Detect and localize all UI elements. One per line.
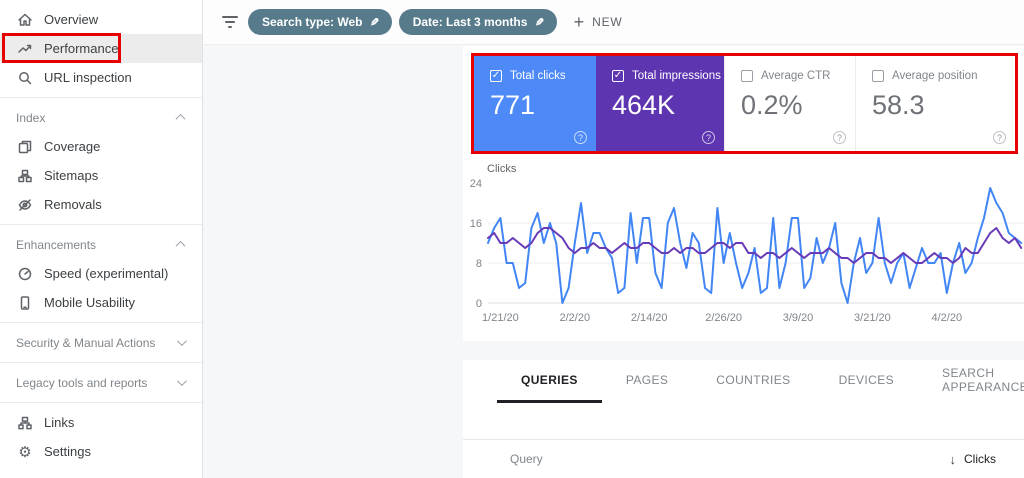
performance-icon — [16, 40, 34, 58]
sidebar-item-label: Removals — [44, 197, 102, 212]
svg-text:3/21/20: 3/21/20 — [854, 312, 891, 324]
coverage-icon — [16, 138, 34, 156]
filter-icon[interactable] — [222, 16, 238, 28]
svg-text:2/26/20: 2/26/20 — [705, 312, 742, 324]
help-icon[interactable]: ? — [833, 131, 846, 144]
chevron-down-icon — [177, 336, 187, 346]
annotation-box-metrics: ✓ Total clicks 771 ? ✓ Total impressions… — [471, 53, 1018, 154]
sidebar-item-label: Speed (experimental) — [44, 266, 168, 281]
help-icon[interactable]: ? — [574, 131, 587, 144]
sidebar-divider — [0, 362, 202, 363]
sidebar-item-speed[interactable]: Speed (experimental) — [0, 259, 202, 288]
sidebar-item-label: URL inspection — [44, 70, 132, 85]
svg-text:1/21/20: 1/21/20 — [482, 312, 519, 324]
sidebar-item-url-inspection[interactable]: URL inspection — [0, 63, 202, 92]
svg-text:0: 0 — [476, 298, 482, 310]
sidebar-divider — [0, 224, 202, 225]
total-clicks-card[interactable]: ✓ Total clicks 771 ? — [474, 56, 596, 151]
sitemaps-icon — [16, 167, 34, 185]
sidebar-item-label: Settings — [44, 444, 91, 459]
checked-checkbox-icon[interactable]: ✓ — [490, 70, 502, 82]
svg-text:4/2/20: 4/2/20 — [932, 312, 963, 324]
date-range-chip[interactable]: Date: Last 3 months ✎ — [399, 9, 557, 35]
sidebar-item-overview[interactable]: Overview — [0, 5, 202, 34]
total-impressions-card[interactable]: ✓ Total impressions 464K ? — [596, 56, 724, 151]
removals-icon — [16, 196, 34, 214]
sidebar-divider — [0, 322, 202, 323]
svg-text:2/14/20: 2/14/20 — [631, 312, 668, 324]
table-header-row: Query ↓ Clicks — [463, 440, 1024, 478]
sidebar-item-coverage[interactable]: Coverage — [0, 132, 202, 161]
clicks-sort-header[interactable]: ↓ Clicks — [950, 452, 997, 467]
links-icon — [16, 414, 34, 432]
svg-text:2/2/20: 2/2/20 — [560, 312, 591, 324]
home-icon — [16, 11, 34, 29]
search-icon — [16, 69, 34, 87]
svg-text:16: 16 — [470, 218, 482, 230]
clicks-chart: Clicks 0816241/21/202/2/202/14/202/26/20… — [463, 163, 1024, 329]
metric-value: 0.2% — [741, 90, 855, 121]
new-filter-button[interactable]: + NEW — [574, 12, 623, 33]
checked-checkbox-icon[interactable]: ✓ — [612, 70, 624, 82]
sidebar-section-enhancements[interactable]: Enhancements — [0, 230, 202, 259]
performance-panel: ✓ Total clicks 771 ? ✓ Total impressions… — [463, 46, 1024, 341]
settings-icon: ⚙ — [16, 443, 34, 461]
sidebar-item-label: Sitemaps — [44, 168, 98, 183]
clicks-chart-svg: 0 8 16 24 1/21/20 2/2/20 2/14/20 2/26/20 3/9/20 3… — [463, 173, 1024, 329]
dimensions-panel: QUERIES PAGES COUNTRIES DEVICES SEARCH A… — [463, 360, 1024, 478]
sidebar-section-security[interactable]: Security & Manual Actions — [0, 328, 202, 357]
sidebar-item-label: Performance — [44, 41, 118, 56]
sidebar: Overview Performance URL inspection Inde… — [0, 0, 203, 478]
search-type-chip[interactable]: Search type: Web ✎ — [248, 9, 392, 35]
sidebar-item-performance[interactable]: Performance — [0, 34, 202, 63]
sidebar-section-legacy[interactable]: Legacy tools and reports — [0, 368, 202, 397]
toolbar: Search type: Web ✎ Date: Last 3 months ✎… — [203, 0, 1024, 45]
sidebar-item-settings[interactable]: ⚙ Settings — [0, 437, 202, 466]
search-console-app: Overview Performance URL inspection Inde… — [0, 0, 1024, 478]
sidebar-item-sitemaps[interactable]: Sitemaps — [0, 161, 202, 190]
help-icon[interactable]: ? — [702, 131, 715, 144]
chevron-up-icon — [176, 114, 186, 124]
sidebar-section-index[interactable]: Index — [0, 103, 202, 132]
sidebar-item-label: Mobile Usability — [44, 295, 135, 310]
metric-cards-row: ✓ Total clicks 771 ? ✓ Total impressions… — [474, 56, 1015, 151]
arrow-down-icon: ↓ — [950, 452, 957, 467]
unchecked-checkbox-icon[interactable] — [741, 70, 753, 82]
chevron-up-icon — [176, 241, 186, 251]
dimension-tabs: QUERIES PAGES COUNTRIES DEVICES SEARCH A… — [463, 360, 1024, 403]
tab-pages[interactable]: PAGES — [602, 360, 692, 403]
svg-text:3/9/20: 3/9/20 — [783, 312, 814, 324]
average-ctr-card[interactable]: Average CTR 0.2% ? — [724, 56, 855, 151]
sidebar-item-label: Links — [44, 415, 74, 430]
chevron-down-icon — [177, 376, 187, 386]
tab-devices[interactable]: DEVICES — [815, 360, 918, 403]
sidebar-item-links[interactable]: Links — [0, 408, 202, 437]
metric-value: 58.3 — [872, 90, 1015, 121]
mobile-icon — [16, 294, 34, 312]
speed-icon — [16, 265, 34, 283]
query-column-header: Query — [510, 452, 543, 466]
sidebar-item-label: Overview — [44, 12, 98, 27]
svg-text:24: 24 — [470, 178, 482, 190]
sidebar-divider — [0, 97, 202, 98]
unchecked-checkbox-icon[interactable] — [872, 70, 884, 82]
pencil-icon: ✎ — [535, 16, 544, 29]
help-icon[interactable]: ? — [993, 131, 1006, 144]
tab-search-appearance[interactable]: SEARCH APPEARANCE — [918, 360, 1024, 403]
sidebar-item-mobile-usability[interactable]: Mobile Usability — [0, 288, 202, 317]
plus-icon: + — [574, 12, 585, 33]
average-position-card[interactable]: Average position 58.3 ? — [855, 56, 1015, 151]
metric-value: 771 — [490, 90, 596, 121]
tab-queries[interactable]: QUERIES — [497, 360, 602, 403]
tab-countries[interactable]: COUNTRIES — [692, 360, 814, 403]
svg-text:8: 8 — [476, 258, 482, 270]
metric-value: 464K — [612, 90, 724, 121]
sidebar-divider — [0, 402, 202, 403]
sidebar-item-label: Coverage — [44, 139, 100, 154]
pencil-icon: ✎ — [370, 16, 379, 29]
sidebar-item-removals[interactable]: Removals — [0, 190, 202, 219]
